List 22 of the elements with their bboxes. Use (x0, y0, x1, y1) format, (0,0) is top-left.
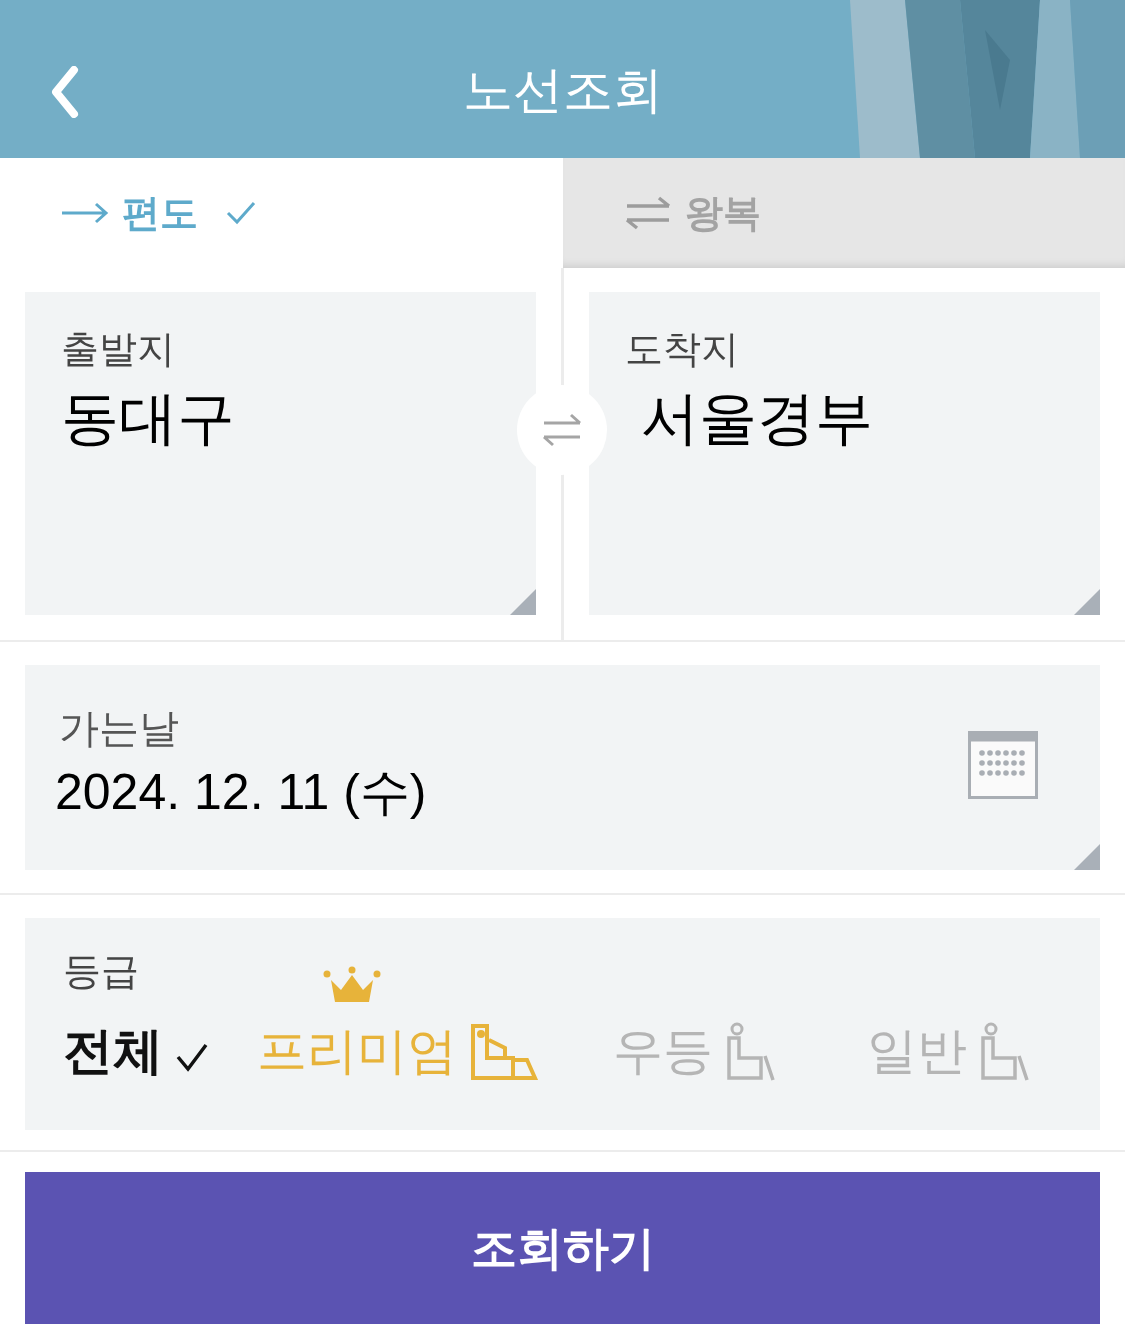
page-title: 노선조회 (462, 61, 663, 120)
date-field[interactable]: 가는날 2024. 12. 11 (수) (25, 665, 1100, 870)
field-label: 출발지 (61, 327, 176, 372)
corner-mark-icon (1074, 589, 1100, 615)
field-label: 가는날 (59, 705, 180, 752)
search-button[interactable]: 조회하기 (25, 1172, 1100, 1324)
crown-icon (323, 966, 381, 1004)
swap-arrows-icon (540, 412, 584, 448)
check-icon (175, 1042, 209, 1072)
calendar-icon (968, 731, 1038, 799)
arrow-right-icon (60, 201, 110, 225)
field-label: 등급 (63, 949, 139, 994)
field-label: 도착지 (625, 327, 740, 372)
check-icon (226, 201, 256, 225)
grade-option[interactable]: 전체 (63, 1020, 209, 1082)
location-value: 서울경부 (640, 384, 874, 452)
corner-mark-icon (510, 589, 536, 615)
corner-mark-icon (1074, 844, 1100, 870)
location-value: 동대구 (61, 384, 236, 452)
date-value: 2024. 12. 11 (수) (55, 763, 427, 822)
arrival-field[interactable]: 도착지 서울경부 (589, 292, 1100, 615)
departure-field[interactable]: 출발지 동대구 (25, 292, 536, 615)
